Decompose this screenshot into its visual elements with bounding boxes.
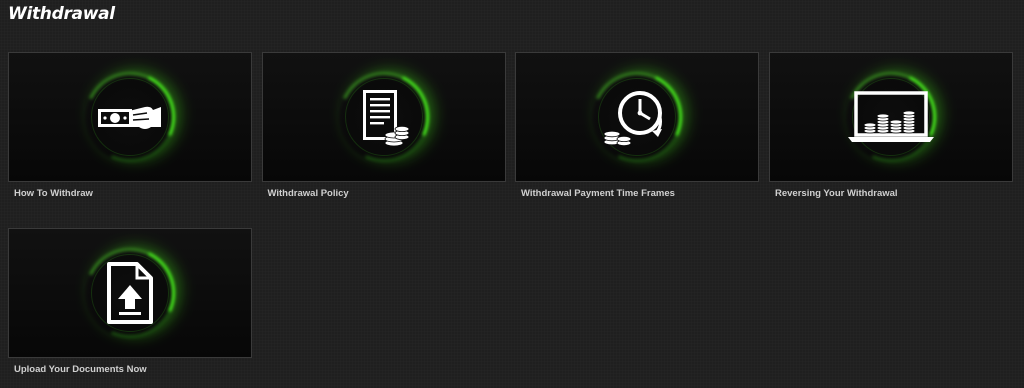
card-how-to-withdraw[interactable]: How To Withdraw	[8, 52, 252, 199]
card-reversing-withdrawal[interactable]: Reversing Your Withdrawal	[769, 52, 1013, 199]
clock-coins-icon	[603, 91, 662, 147]
policy-document-coins-icon	[362, 90, 409, 147]
card-upload-documents[interactable]: Upload Your Documents Now	[8, 228, 252, 375]
cash-hand-icon	[98, 106, 161, 129]
card-thumbnail[interactable]	[8, 228, 252, 358]
upload-document-icon	[107, 262, 153, 324]
card-label[interactable]: Reversing Your Withdrawal	[769, 188, 1013, 199]
card-thumbnail[interactable]	[261, 52, 506, 182]
page-title: Withdrawal	[8, 4, 115, 24]
card-thumbnail[interactable]	[8, 52, 252, 182]
card-payment-time-frames[interactable]: Withdrawal Payment Time Frames	[515, 52, 759, 199]
card-label[interactable]: How To Withdraw	[8, 188, 252, 199]
card-thumbnail[interactable]	[769, 52, 1013, 182]
card-thumbnail[interactable]	[515, 52, 759, 182]
laptop-coins-icon	[848, 91, 934, 142]
card-label[interactable]: Upload Your Documents Now	[8, 364, 252, 375]
card-label[interactable]: Withdrawal Policy	[262, 188, 506, 199]
card-label[interactable]: Withdrawal Payment Time Frames	[515, 188, 759, 199]
card-withdrawal-policy[interactable]: Withdrawal Policy	[261, 52, 506, 199]
